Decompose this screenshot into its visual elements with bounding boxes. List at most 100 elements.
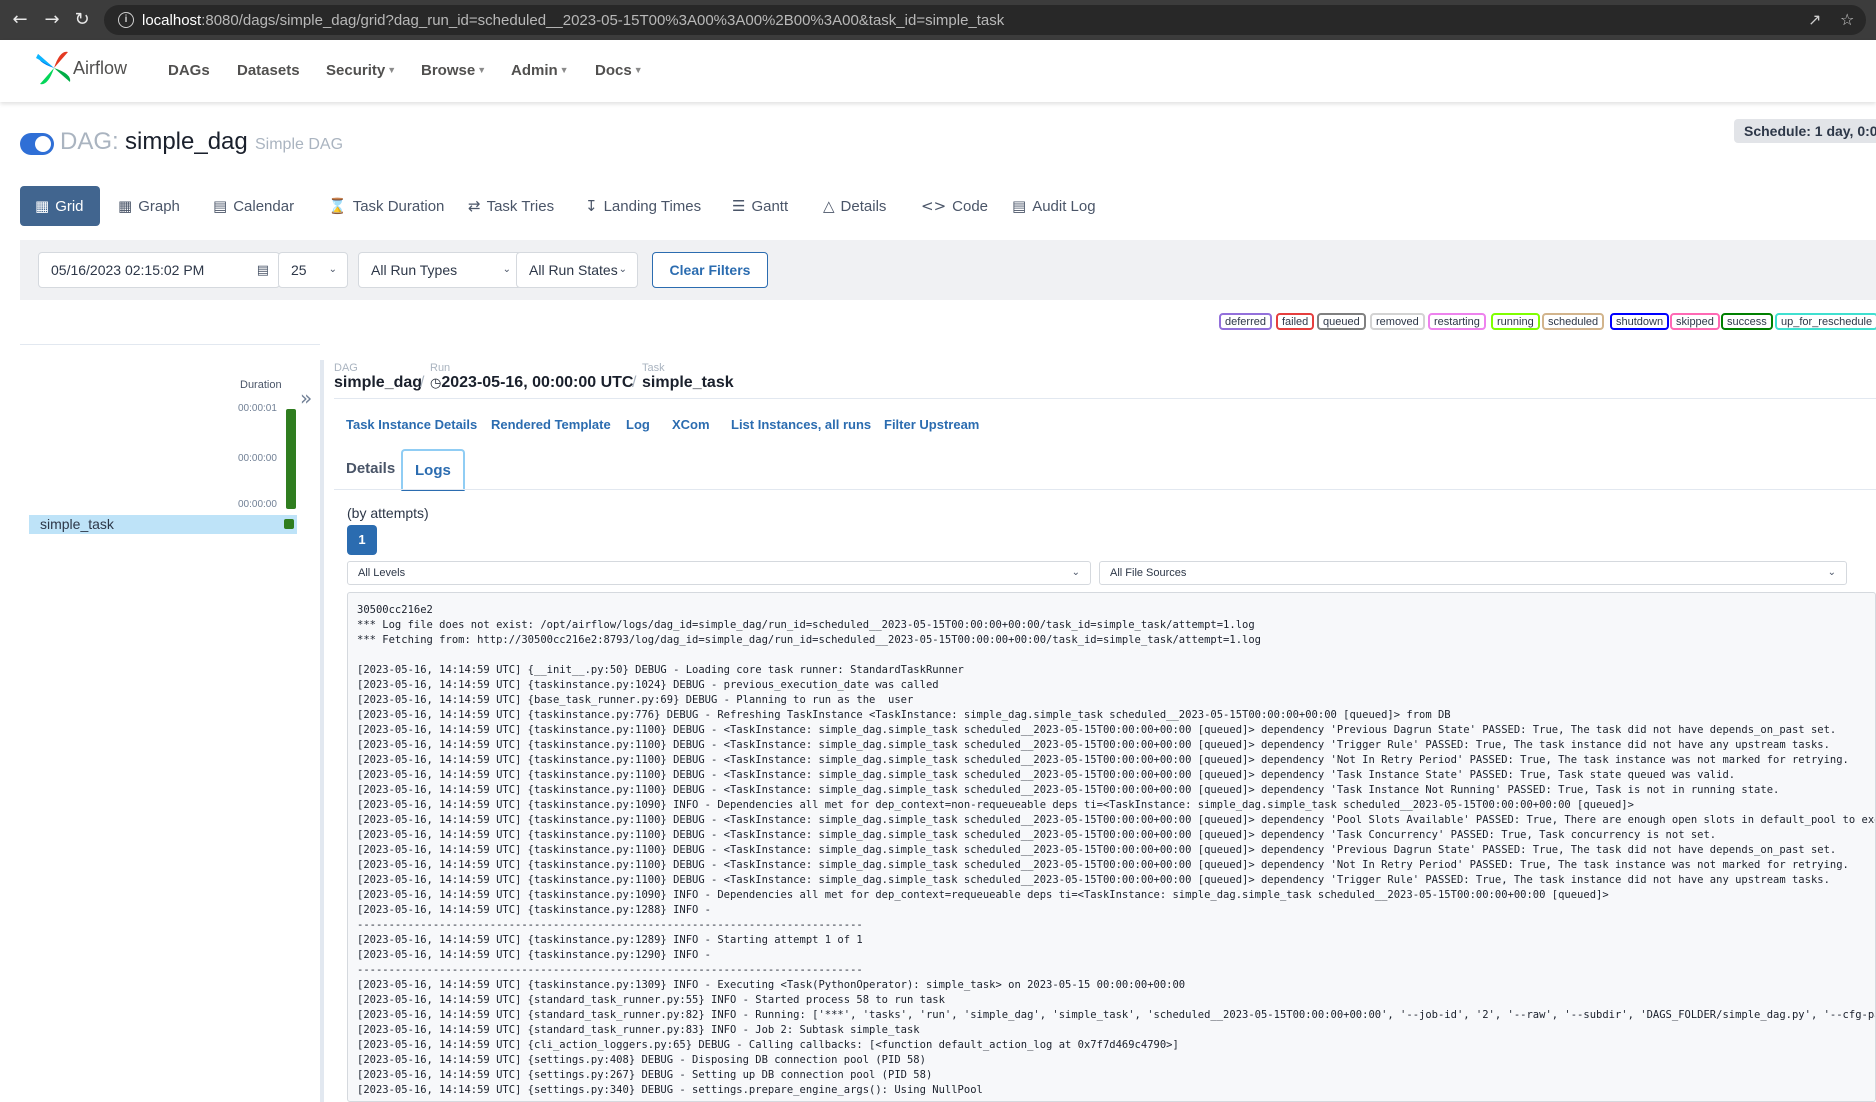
subtab-details[interactable]: Details — [334, 449, 407, 491]
tab-audit-log[interactable]: ▤ Audit Log — [1012, 186, 1096, 226]
log-line: [2023-05-16, 14:14:59 UTC] {taskinstance… — [357, 739, 1830, 751]
run-states-select[interactable]: All Run States ⌄ — [516, 252, 638, 288]
log-link[interactable]: Log — [626, 417, 650, 432]
nav-datasets[interactable]: Datasets — [237, 62, 300, 79]
url-text[interactable]: localhost:8080/dags/simple_dag/grid?dag_… — [142, 12, 1004, 29]
log-line: [2023-05-16, 14:14:59 UTC] {taskinstance… — [357, 814, 1876, 826]
log-line: [2023-05-16, 14:14:59 UTC] {taskinstance… — [357, 829, 1717, 841]
airflow-logo-icon[interactable] — [34, 48, 74, 88]
grid-icon: ▦ — [35, 197, 50, 215]
task-instance-success-square[interactable] — [284, 519, 294, 529]
nav-admin-label: Admin — [511, 62, 558, 79]
num-runs-value: 25 — [291, 262, 307, 278]
panel-resize-handle[interactable] — [320, 360, 324, 1102]
tab-details[interactable]: △ Details — [823, 186, 886, 226]
browser-toolbar: ← → ↻ i localhost:8080/dags/simple_dag/g… — [0, 0, 1876, 40]
tab-graph[interactable]: ▦ Graph — [118, 186, 180, 226]
forward-arrow-icon[interactable]: → — [40, 8, 64, 32]
num-runs-select[interactable]: 25 ⌄ — [278, 252, 348, 288]
crumb-dag-value[interactable]: simple_dag — [334, 374, 422, 392]
task-row-simple-task[interactable]: simple_task — [29, 515, 297, 534]
legend-scheduled[interactable]: scheduled — [1542, 313, 1605, 330]
log-level-select[interactable]: All Levels ⌄ — [347, 561, 1091, 585]
legend-success[interactable]: success — [1721, 313, 1773, 330]
legend-up-for-reschedule[interactable]: up_for_reschedule — [1775, 313, 1876, 330]
duration-tick: 00:00:01 — [238, 403, 277, 414]
subtab-logs[interactable]: Logs — [401, 449, 465, 491]
legend-removed[interactable]: removed — [1370, 313, 1425, 330]
nav-docs-label: Docs — [595, 62, 632, 79]
attempt-1-button[interactable]: 1 — [347, 525, 377, 555]
star-icon[interactable]: ☆ — [1840, 10, 1854, 29]
tab-task-duration[interactable]: ⌛ Task Duration — [328, 186, 444, 226]
duration-tick: 00:00:00 — [238, 453, 277, 464]
schedule-badge: Schedule: 1 day, 0:00 — [1734, 119, 1876, 143]
filter-bar: 05/16/2023 02:15:02 PM ▤ 25 ⌄ All Run Type… — [20, 240, 1876, 300]
back-arrow-icon[interactable]: ← — [8, 8, 32, 32]
nav-security[interactable]: Security ▼ — [326, 62, 396, 79]
dag-run-duration-bar[interactable] — [286, 409, 296, 509]
chevron-down-icon: ⌄ — [328, 264, 337, 275]
log-line: [2023-05-16, 14:14:59 UTC] {taskinstance… — [357, 784, 1780, 796]
log-line: [2023-05-16, 14:14:59 UTC] {settings.py:… — [357, 1054, 926, 1066]
crumb-run-label: Run — [430, 362, 451, 374]
address-bar[interactable]: i localhost:8080/dags/simple_dag/grid?da… — [104, 5, 1866, 35]
nav-dags-label: DAGs — [168, 62, 210, 79]
tab-grid[interactable]: ▦ Grid — [20, 186, 100, 226]
grid-divider — [20, 344, 320, 345]
gantt-icon: ☰ — [732, 197, 746, 215]
legend-skipped[interactable]: skipped — [1670, 313, 1720, 330]
legend-restarting[interactable]: restarting — [1428, 313, 1486, 330]
nav-dags[interactable]: DAGs — [168, 62, 210, 79]
chevron-down-icon: ▼ — [387, 65, 397, 75]
expand-double-chevron-icon[interactable]: » — [300, 386, 312, 410]
hourglass-icon: ⌛ — [328, 197, 347, 215]
file-source-select[interactable]: All File Sources ⌄ — [1099, 561, 1847, 585]
base-date-input[interactable]: 05/16/2023 02:15:02 PM ▤ — [38, 252, 280, 288]
duration-tick: 00:00:00 — [238, 499, 277, 510]
tab-gantt[interactable]: ☰ Gantt — [732, 186, 788, 226]
code-icon: <> — [921, 197, 947, 215]
crumb-run[interactable]: ◷2023-05-16, 00:00:00 UTC — [430, 374, 633, 392]
legend-shutdown[interactable]: shutdown — [1610, 313, 1670, 330]
chevron-down-icon: ⌄ — [618, 264, 627, 275]
tab-audit-log-label: Audit Log — [1032, 198, 1096, 215]
tab-details-label: Details — [840, 198, 887, 215]
graph-icon: ▦ — [118, 197, 133, 215]
tab-code-label: Code — [952, 198, 988, 215]
log-line: *** Fetching from: http://30500cc216e2:8… — [357, 634, 1261, 646]
tab-task-tries[interactable]: ⇄ Task Tries — [468, 186, 554, 226]
log-line: [2023-05-16, 14:14:59 UTC] {settings.py:… — [357, 1069, 933, 1081]
reload-icon[interactable]: ↻ — [70, 8, 94, 32]
log-line: [2023-05-16, 14:14:59 UTC] {standard_tas… — [357, 1024, 920, 1036]
nav-admin[interactable]: Admin ▼ — [511, 62, 569, 79]
run-types-select[interactable]: All Run Types ⌄ — [358, 252, 522, 288]
nav-docs[interactable]: Docs ▼ — [595, 62, 643, 79]
dag-pause-toggle[interactable] — [20, 133, 54, 155]
tab-landing-times[interactable]: ↧ Landing Times — [585, 186, 701, 226]
nav-browse[interactable]: Browse ▼ — [421, 62, 486, 79]
dag-description: Simple DAG — [255, 136, 344, 153]
tab-calendar[interactable]: ▤ Calendar — [213, 186, 294, 226]
legend-deferred[interactable]: deferred — [1219, 313, 1272, 330]
crumb-task-value[interactable]: simple_task — [642, 374, 734, 392]
list-instances-link[interactable]: List Instances, all runs — [731, 417, 871, 432]
legend-running[interactable]: running — [1491, 313, 1540, 330]
calendar-icon[interactable]: ▤ — [257, 253, 269, 287]
task-instance-details-link[interactable]: Task Instance Details — [346, 417, 477, 432]
log-output[interactable]: 30500cc216e2 *** Log file does not exist:… — [347, 592, 1876, 1102]
site-info-icon[interactable]: i — [118, 12, 134, 28]
xcom-link[interactable]: XCom — [672, 417, 710, 432]
legend-queued[interactable]: queued — [1317, 313, 1366, 330]
share-icon[interactable]: ↗ — [1808, 10, 1821, 29]
landing-icon: ↧ — [585, 197, 598, 215]
brand-name[interactable]: Airflow — [73, 58, 127, 79]
tab-code[interactable]: <> Code — [921, 186, 988, 226]
filter-upstream-link[interactable]: Filter Upstream — [884, 417, 979, 432]
log-line: [2023-05-16, 14:14:59 UTC] {standard_tas… — [357, 1009, 1876, 1021]
clear-filters-button[interactable]: Clear Filters — [652, 252, 768, 288]
legend-failed[interactable]: failed — [1276, 313, 1315, 330]
log-line: ----------------------------------------… — [357, 964, 863, 976]
rendered-template-link[interactable]: Rendered Template — [491, 417, 611, 432]
tab-landing-times-label: Landing Times — [603, 198, 702, 215]
